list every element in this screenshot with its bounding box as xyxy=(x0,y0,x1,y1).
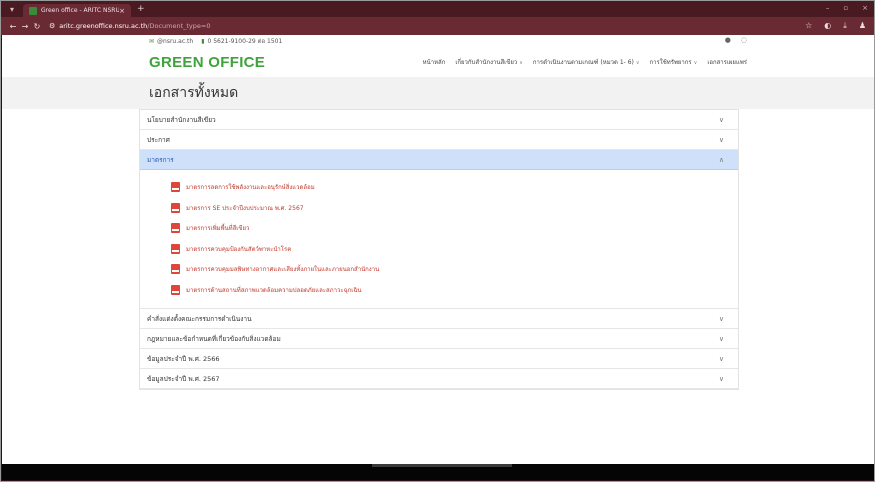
site-info-icon[interactable]: ⚙ xyxy=(49,22,55,30)
site-logo[interactable]: GREEN OFFICE xyxy=(149,54,265,71)
document-link[interactable]: มาตรการเพิ่มพื้นที่สีเขียว xyxy=(171,218,738,239)
url-field[interactable]: ⚙ aritc.greenoffice.nsru.ac.th /Document… xyxy=(49,22,210,30)
chevron-down-icon: ∨ xyxy=(519,60,523,66)
close-tab-icon[interactable]: × xyxy=(119,7,125,15)
maximize-icon[interactable]: ▫ xyxy=(843,4,848,12)
browser-address-bar: ← → ↻ ⚙ aritc.greenoffice.nsru.ac.th /Do… xyxy=(1,17,874,35)
accordion-item-measures[interactable]: มาตรการ ∧ xyxy=(140,150,738,170)
bottom-bar-strip xyxy=(372,464,512,467)
browser-menu-icon[interactable]: ▾ xyxy=(7,5,17,14)
accordion-item-policy[interactable]: นโยบายสำนักงานสีเขียว ∨ xyxy=(140,110,738,130)
document-link[interactable]: มาตรการด้านสถานที่สภาพแวดล้อมความปลอดภัย… xyxy=(171,280,738,301)
pdf-icon xyxy=(171,223,180,234)
accordion-item-data-2566[interactable]: ข้อมูลประจำปี พ.ศ. 2566 ∨ xyxy=(140,349,738,369)
browser-tab-bar: ▾ Green office - ARITC NSRU × + – ▫ × xyxy=(1,1,874,17)
menu-item-criteria[interactable]: การดำเนินงานตามเกณฑ์ (หมวด 1- 6) ∨ xyxy=(533,57,640,67)
document-link[interactable]: มาตรการควบคุมมลพิษทางอากาศและเสียงทั้งภา… xyxy=(171,259,738,280)
bottom-black-bar xyxy=(2,464,874,480)
document-link[interactable]: มาตรการลดการใช้พลังงานและอนุรักษ์สิ่งแวด… xyxy=(171,177,738,198)
document-link[interactable]: มาตรการ SE ประจำปีงบประมาณ พ.ศ. 2567 xyxy=(171,198,738,219)
bookmark-star-icon[interactable]: ☆ xyxy=(805,21,812,31)
browser-toolbar-icons: ☆ ◐ ⤓ ♟ xyxy=(805,21,866,31)
chevron-down-icon: ∨ xyxy=(718,115,724,124)
browser-tab[interactable]: Green office - ARITC NSRU × xyxy=(23,4,131,17)
download-icon[interactable]: ⤓ xyxy=(843,21,847,31)
accordion-item-data-2567[interactable]: ข้อมูลประจำปี พ.ศ. 2567 ∨ xyxy=(140,369,738,389)
url-path: /Document_type=0 xyxy=(147,22,211,30)
chevron-down-icon: ∨ xyxy=(718,334,724,343)
phone-icon: ▮ xyxy=(201,37,205,45)
main-menu: หน้าหลัก เกี่ยวกับสำนักงานสีเขียว ∨ การดำ… xyxy=(423,57,747,67)
page-title: เอกสารทั้งหมด xyxy=(149,85,239,101)
accordion-item-announcement[interactable]: ประกาศ ∨ xyxy=(140,130,738,150)
menu-item-resources[interactable]: การใช้ทรัพยากร ∨ xyxy=(650,57,698,67)
site-header: GREEN OFFICE หน้าหลัก เกี่ยวกับสำนักงานส… xyxy=(2,47,874,77)
pdf-icon xyxy=(171,182,180,193)
reload-icon[interactable]: ↻ xyxy=(31,22,43,31)
chevron-down-icon: ∨ xyxy=(718,135,724,144)
back-icon[interactable]: ← xyxy=(7,22,19,31)
chevron-down-icon: ∨ xyxy=(718,314,724,323)
menu-item-about[interactable]: เกี่ยวกับสำนักงานสีเขียว ∨ xyxy=(455,57,523,67)
pdf-icon xyxy=(171,264,180,275)
new-tab-icon[interactable]: + xyxy=(137,4,145,14)
accordion-item-orders[interactable]: คำสั่งแต่งตั้งคณะกรรมการดำเนินงาน ∨ xyxy=(140,309,738,329)
contact-phone: 0 5621-9100-29 ต่อ 1501 xyxy=(207,38,283,45)
accordion-item-laws[interactable]: กฎหมายและข้อกำหนดที่เกี่ยวข้องกับสิ่งแวด… xyxy=(140,329,738,349)
close-window-icon[interactable]: × xyxy=(862,4,868,12)
document-link[interactable]: มาตรการควบคุมป้องกันสัตว์พาหะนำโรค xyxy=(171,239,738,260)
contact-email[interactable]: @nsru.ac.th xyxy=(157,38,193,45)
url-host: aritc.greenoffice.nsru.ac.th xyxy=(59,22,148,30)
extension-icon[interactable]: ◐ xyxy=(824,21,831,31)
pdf-icon xyxy=(171,284,180,295)
email-icon: ✉ xyxy=(149,37,155,45)
page-title-band: เอกสารทั้งหมด xyxy=(2,77,874,109)
accordion-body-measures: มาตรการลดการใช้พลังงานและอนุรักษ์สิ่งแวด… xyxy=(140,170,738,309)
browser-tab-title: Green office - ARITC NSRU xyxy=(41,7,120,14)
chevron-down-icon: ∨ xyxy=(635,60,640,66)
chevron-down-icon: ∨ xyxy=(718,374,724,383)
documents-accordion: นโยบายสำนักงานสีเขียว ∨ ประกาศ ∨ มาตรการ… xyxy=(139,109,739,390)
minimize-icon[interactable]: – xyxy=(826,4,830,12)
facebook-icon[interactable]: ● xyxy=(725,36,731,44)
top-info-bar: ✉ @nsru.ac.th ▮ 0 5621-9100-29 ต่อ 1501 … xyxy=(2,35,874,47)
pdf-icon xyxy=(171,243,180,254)
forward-icon[interactable]: → xyxy=(19,22,31,31)
chevron-up-icon: ∧ xyxy=(718,155,724,164)
profile-icon[interactable]: ♟ xyxy=(859,21,866,31)
menu-item-home[interactable]: หน้าหลัก xyxy=(423,57,446,67)
chevron-down-icon: ∨ xyxy=(693,60,698,66)
social-links: ● ◌ xyxy=(725,36,747,44)
menu-item-publications[interactable]: เอกสารเผยแพร่ xyxy=(707,57,747,67)
window-controls: – ▫ × xyxy=(826,4,868,12)
web-icon[interactable]: ◌ xyxy=(741,36,747,44)
pdf-icon xyxy=(171,202,180,213)
chevron-down-icon: ∨ xyxy=(718,354,724,363)
favicon-icon xyxy=(29,6,37,15)
screenshot-frame: ▾ Green office - ARITC NSRU × + – ▫ × ← … xyxy=(0,0,875,482)
